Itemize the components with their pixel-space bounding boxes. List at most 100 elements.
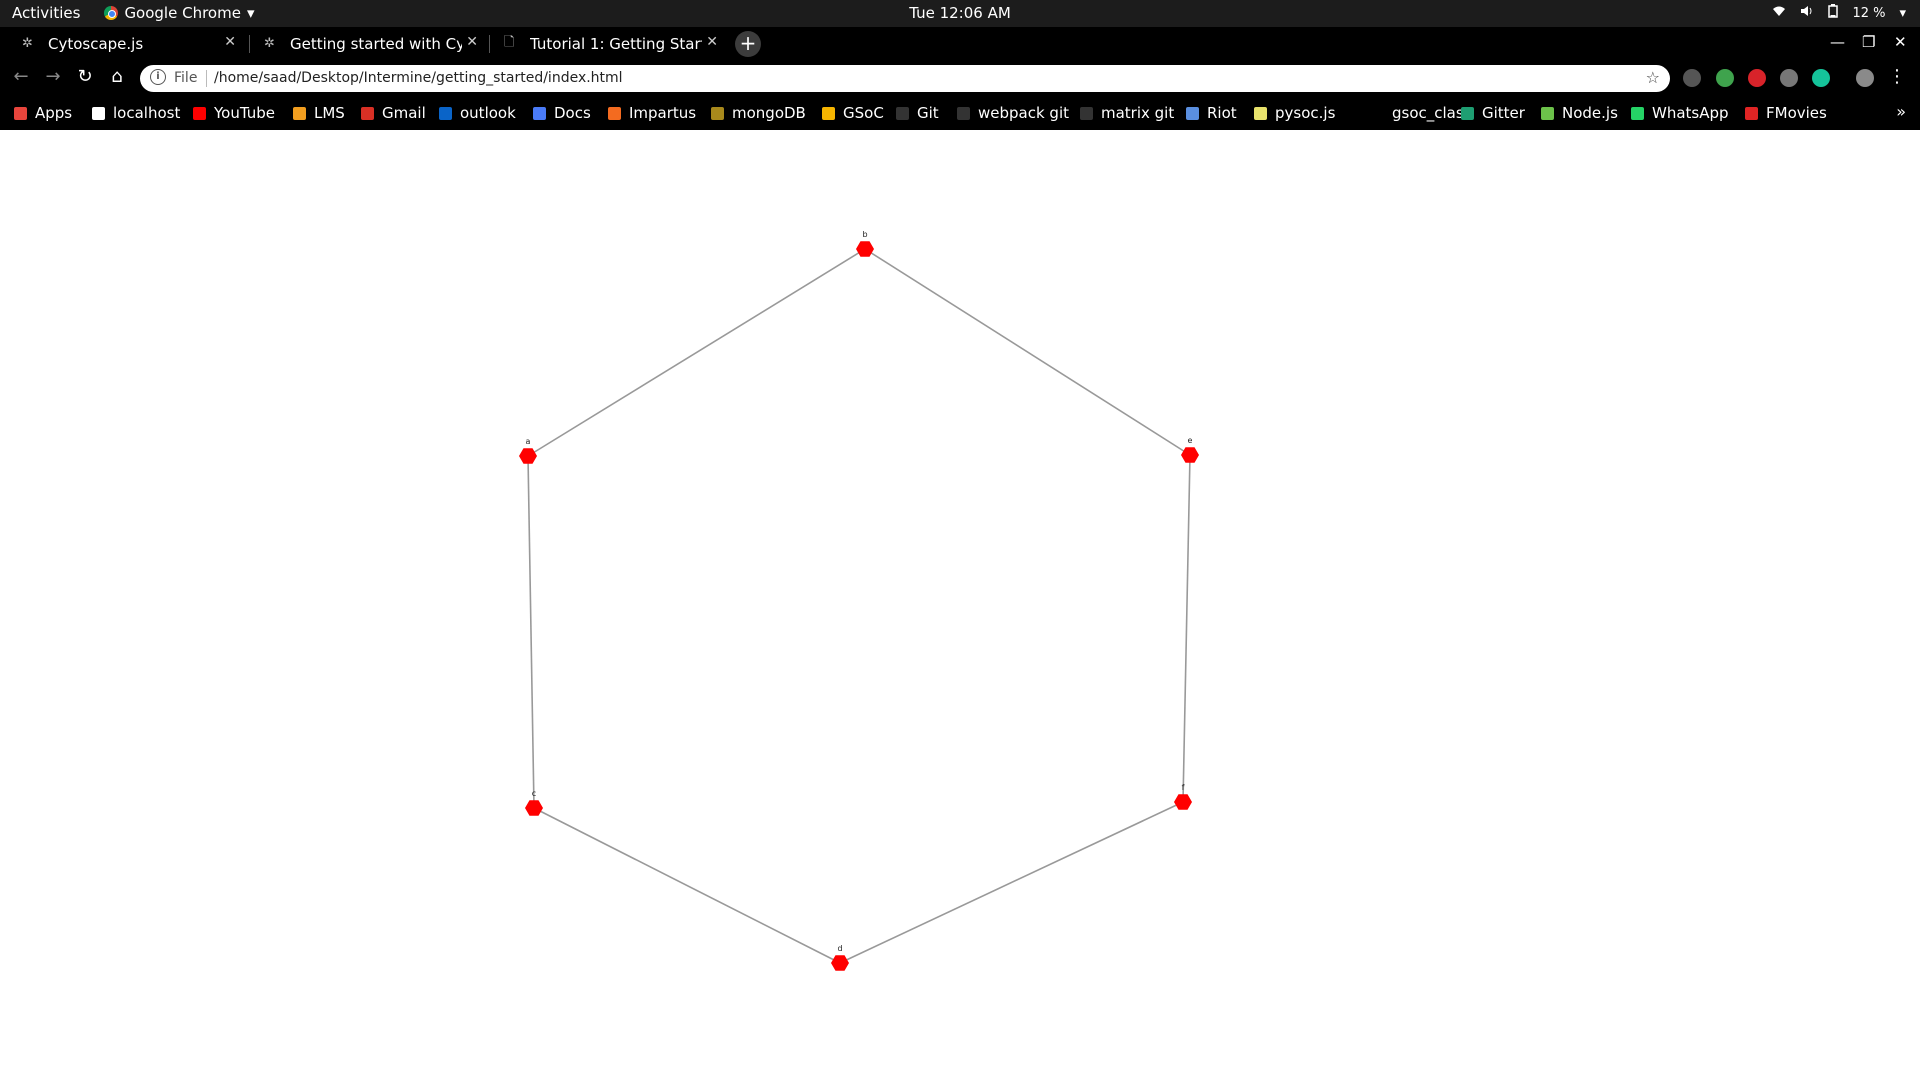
node-a[interactable] (519, 448, 537, 464)
tab-getting-started[interactable]: ✲ Getting started with Cytoscape.js ✕ (250, 27, 490, 60)
bookmark-label: WhatsApp (1652, 104, 1729, 122)
edge-a-b[interactable] (527, 248, 866, 457)
bookmark-label: webpack git (978, 104, 1070, 122)
bookmark-fmovies[interactable]: FMovies (1745, 104, 1827, 122)
edge-c-a[interactable] (527, 455, 535, 809)
restore-icon[interactable]: ❐ (1862, 33, 1875, 51)
tab-strip: ✲ Cytoscape.js ✕ ✲ Getting started with … (0, 27, 1920, 60)
url-text[interactable]: /home/saad/Desktop/Intermine/getting_sta… (214, 70, 623, 86)
bookmark-whatsapp[interactable]: WhatsApp (1631, 104, 1729, 122)
url-scheme: File (174, 70, 198, 86)
grammarly-icon[interactable] (1812, 69, 1830, 87)
bookmark-gitter[interactable]: Gitter (1461, 104, 1525, 122)
clock[interactable]: Tue 12:06 AM (0, 4, 1920, 22)
menu-kebab-icon[interactable]: ⋮ (1886, 66, 1908, 87)
adblock-icon[interactable] (1748, 69, 1766, 87)
docs-icon (533, 106, 546, 120)
close-icon[interactable]: ✕ (224, 34, 236, 50)
pysoc-icon (1254, 106, 1267, 120)
bookmark-gsoc-class[interactable]: gsoc_class (1371, 104, 1472, 122)
reload-icon[interactable]: ↻ (74, 66, 96, 87)
bookmark-lms[interactable]: LMS (293, 104, 345, 122)
bookmark-label: gsoc_class (1392, 104, 1472, 122)
node-e[interactable] (1181, 447, 1199, 463)
url-divider (206, 70, 207, 87)
bookmark-label: mongoDB (732, 104, 806, 122)
edge-d-c[interactable] (533, 807, 841, 964)
bookmark-label: LMS (314, 104, 345, 122)
github-icon (957, 106, 970, 120)
battery-percentage: 12 % (1852, 5, 1886, 21)
bookmark-label: matrix git (1101, 104, 1175, 122)
node-label-f: f (1182, 783, 1185, 792)
node-d[interactable] (831, 955, 849, 971)
close-icon[interactable]: ✕ (706, 34, 718, 50)
bookmark-gmail[interactable]: Gmail (361, 104, 426, 122)
bookmark-webpack-git[interactable]: webpack git (957, 104, 1069, 122)
system-tray[interactable]: 12 % ▾ (1772, 4, 1906, 22)
close-window-icon[interactable]: ✕ (1894, 33, 1907, 51)
bookmark-label: FMovies (1766, 104, 1827, 122)
close-icon[interactable]: ✕ (466, 34, 478, 50)
bookmark-gsoc[interactable]: GSoC (822, 104, 884, 122)
outlook-icon (439, 106, 452, 120)
bookmarks-overflow-icon[interactable]: » (1896, 102, 1906, 121)
page-content: a b c d e f (0, 130, 1920, 1080)
graph-nodes: a b c d e f (519, 230, 1199, 971)
volume-icon (1800, 5, 1814, 21)
mongodb-icon (711, 106, 724, 120)
bookmark-docs[interactable]: Docs (533, 104, 591, 122)
bookmark-localhost[interactable]: localhost (92, 104, 180, 122)
minimize-icon[interactable]: — (1830, 33, 1845, 51)
edge-f-d[interactable] (839, 801, 1184, 964)
bookmark-star-icon[interactable]: ☆ (1646, 68, 1660, 87)
riot-icon (1186, 106, 1199, 120)
bookmark-label: Gitter (1482, 104, 1525, 122)
extension-target-icon[interactable] (1780, 69, 1798, 87)
whatsapp-icon (1631, 106, 1644, 120)
address-bar[interactable]: i File /home/saad/Desktop/Intermine/gett… (140, 65, 1670, 92)
battery-icon (1828, 4, 1839, 22)
browser-toolbar: ← → ↻ ⌂ i File /home/saad/Desktop/Interm… (0, 60, 1920, 97)
node-c[interactable] (525, 800, 543, 816)
bookmark-youtube[interactable]: YouTube (193, 104, 275, 122)
cytoscape-icon: ✲ (22, 36, 33, 51)
back-icon[interactable]: ← (10, 66, 32, 87)
bookmark-label: Riot (1207, 104, 1237, 122)
bookmark-label: GSoC (843, 104, 884, 122)
folder-icon (1371, 106, 1384, 120)
bookmark-label: Apps (35, 104, 73, 122)
info-icon[interactable]: i (150, 69, 166, 85)
node-f[interactable] (1174, 794, 1192, 810)
bookmark-impartus[interactable]: Impartus (608, 104, 696, 122)
bookmark-nodejs[interactable]: Node.js (1541, 104, 1618, 122)
node-b[interactable] (856, 241, 874, 257)
fmovies-icon (1745, 106, 1758, 120)
bookmark-riot[interactable]: Riot (1186, 104, 1237, 122)
tab-cytoscape[interactable]: ✲ Cytoscape.js ✕ (8, 27, 248, 60)
apps-grid-icon (14, 106, 27, 120)
bookmark-matrix-git[interactable]: matrix git (1080, 104, 1174, 122)
bookmark-outlook[interactable]: outlook (439, 104, 516, 122)
cytoscape-graph[interactable]: a b c d e f (0, 130, 1920, 1080)
home-icon[interactable]: ⌂ (106, 66, 128, 87)
bookmark-pysoc[interactable]: pysoc.js (1254, 104, 1335, 122)
bookmark-git[interactable]: Git (896, 104, 939, 122)
tab-title: Tutorial 1: Getting Started (530, 34, 702, 53)
tab-tutorial[interactable]: 🗋 Tutorial 1: Getting Started ✕ (490, 27, 730, 60)
extension-download-icon[interactable] (1716, 69, 1734, 87)
edge-e-f[interactable] (1182, 454, 1191, 803)
cytoscape-icon: ✲ (264, 36, 275, 51)
bookmark-label: Node.js (1562, 104, 1618, 122)
new-tab-button[interactable]: + (735, 31, 761, 57)
edge-b-e[interactable] (864, 248, 1191, 456)
extension-reader-icon[interactable] (1683, 69, 1701, 87)
bookmark-mongodb[interactable]: mongoDB (711, 104, 806, 122)
forward-icon[interactable]: → (42, 66, 64, 87)
impartus-icon (608, 106, 621, 120)
bookmark-apps[interactable]: Apps (14, 104, 72, 122)
bookmark-label: YouTube (214, 104, 275, 122)
profile-avatar[interactable] (1856, 69, 1874, 87)
wifi-icon (1772, 5, 1786, 21)
system-top-bar: Activities Google Chrome ▾ Tue 12:06 AM … (0, 0, 1920, 27)
